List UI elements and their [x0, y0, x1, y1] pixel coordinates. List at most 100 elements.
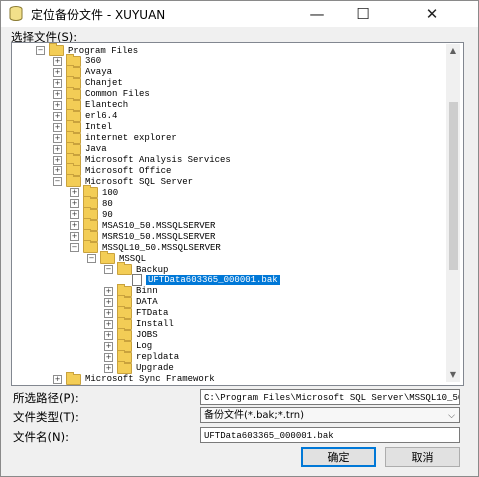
collapse-icon[interactable]: −: [87, 254, 96, 264]
expand-icon[interactable]: +: [53, 67, 62, 77]
tree-item[interactable]: + Intel: [53, 119, 112, 133]
locate-backup-file-dialog: 定位备份文件 - XUYUAN — ☐ ✕ 选择文件(S): − Program …: [0, 0, 479, 477]
tree-item-label: 360: [85, 56, 102, 67]
tree-scrollbar[interactable]: ▲ ▼: [446, 44, 460, 382]
tree-item-label: FTData: [136, 308, 169, 319]
tree-item[interactable]: + Java: [53, 141, 107, 155]
tree-item[interactable]: + MSRS10_50.MSSQLSERVER: [70, 229, 215, 243]
tree-item-label: Install: [136, 319, 174, 330]
expand-icon[interactable]: +: [53, 166, 62, 176]
close-button[interactable]: ✕: [386, 1, 478, 27]
scroll-up-icon[interactable]: ▲: [446, 44, 460, 58]
tree-item[interactable]: +360: [53, 53, 102, 67]
expand-icon[interactable]: +: [104, 319, 113, 329]
tree-item-label: JOBS: [136, 330, 158, 341]
ok-button[interactable]: 确定: [301, 447, 376, 467]
file-icon: [132, 274, 142, 287]
expand-icon[interactable]: +: [53, 133, 62, 143]
expand-icon[interactable]: +: [70, 232, 79, 242]
folder-icon: [117, 360, 132, 374]
tree-item-label: Common Files: [85, 89, 150, 100]
tree-item[interactable]: + Install: [104, 316, 174, 330]
selected-path-label: 所选路径(P):: [13, 391, 79, 405]
tree-item[interactable]: + Log: [104, 338, 152, 352]
file-type-label: 文件类型(T):: [13, 410, 79, 424]
expand-icon[interactable]: +: [104, 308, 113, 318]
expand-icon[interactable]: +: [53, 89, 62, 99]
expand-icon[interactable]: +: [104, 363, 113, 373]
tree-item[interactable]: + MSAS10_50.MSSQLSERVER: [70, 218, 215, 232]
collapse-icon[interactable]: −: [36, 46, 45, 55]
cancel-button[interactable]: 取消: [385, 447, 460, 467]
tree-item[interactable]: + Upgrade: [104, 360, 174, 374]
tree-item[interactable]: +100: [70, 185, 118, 199]
tree-item[interactable]: + Elantech: [53, 97, 129, 111]
tree-item[interactable]: +90: [70, 207, 113, 221]
tree-item[interactable]: + DATA: [104, 294, 158, 308]
expand-icon[interactable]: +: [53, 122, 62, 132]
tree-item-label: internet explorer: [85, 133, 177, 144]
tree-item-label: 90: [102, 209, 113, 220]
tree-item[interactable]: − Microsoft SQL Server: [53, 174, 193, 188]
tree-item-label: Avaya: [85, 67, 113, 78]
tree-item-label: erl6.4: [85, 111, 118, 122]
collapse-icon[interactable]: −: [53, 177, 62, 187]
folder-icon: [66, 174, 81, 188]
file-type-dropdown[interactable]: 备份文件(*.bak;*.trn) ⌵: [200, 407, 460, 423]
tree-item[interactable]: + erl6.4: [53, 108, 118, 122]
tree-item-label: Backup: [136, 264, 169, 275]
tree-item[interactable]: + Chanjet: [53, 75, 123, 89]
selected-path-field[interactable]: C:\Program Files\Microsoft SQL Server\MS…: [200, 389, 460, 405]
expand-icon[interactable]: +: [53, 78, 62, 88]
title-bar[interactable]: 定位备份文件 - XUYUAN — ☐ ✕: [1, 1, 478, 27]
expand-icon[interactable]: +: [70, 199, 79, 209]
file-name-label: 文件名(N):: [13, 430, 69, 444]
tree-item[interactable]: − MSSQL10_50.MSSQLSERVER: [70, 240, 221, 254]
maximize-button[interactable]: ☐: [340, 1, 386, 27]
tree-item[interactable]: +80: [70, 196, 113, 210]
tree-item-label: DATA: [136, 297, 158, 308]
tree-item[interactable]: + Microsoft Sync Framework: [53, 371, 215, 385]
tree-item-label: Binn: [136, 286, 158, 297]
expand-icon[interactable]: +: [53, 100, 62, 110]
tree-item-label: Upgrade: [136, 363, 174, 374]
expand-icon[interactable]: +: [104, 286, 113, 296]
folder-icon: [66, 371, 81, 385]
expand-icon[interactable]: +: [70, 210, 79, 220]
tree-item[interactable]: + JOBS: [104, 327, 158, 341]
expand-icon[interactable]: +: [104, 297, 113, 307]
folder-icon: [100, 251, 115, 265]
tree-item[interactable]: + repldata: [104, 349, 179, 363]
tree-item[interactable]: + Binn: [104, 283, 158, 297]
tree-item-label: Chanjet: [85, 78, 123, 89]
tree-item-label: Java: [85, 144, 107, 155]
tree-item-label: Microsoft Sync Framework: [85, 374, 215, 384]
tree-item[interactable]: + FTData: [104, 305, 169, 319]
expand-icon[interactable]: +: [53, 56, 62, 66]
folder-icon: [83, 240, 98, 254]
collapse-icon[interactable]: −: [104, 265, 113, 274]
tree-item-label: 80: [102, 198, 113, 209]
scroll-down-icon[interactable]: ▼: [446, 368, 460, 382]
expand-icon[interactable]: +: [53, 144, 62, 154]
expand-icon[interactable]: +: [104, 352, 113, 362]
tree-item[interactable]: − Backup: [104, 262, 169, 275]
tree-item-label: MSSQL10_50.MSSQLSERVER: [102, 242, 221, 253]
collapse-icon[interactable]: −: [70, 243, 79, 253]
folder-tree[interactable]: − Program Files +360 + Avaya + Chanjet + Common …: [11, 42, 464, 386]
expand-icon[interactable]: +: [53, 155, 62, 165]
expand-icon[interactable]: +: [53, 374, 62, 384]
expand-icon[interactable]: +: [104, 330, 113, 340]
expand-icon[interactable]: +: [70, 221, 79, 231]
expand-icon[interactable]: +: [104, 341, 113, 351]
tree-item[interactable]: − Program Files: [36, 43, 138, 56]
tree-item[interactable]: UFTData603365_000001.bak: [121, 274, 280, 287]
expand-icon[interactable]: +: [70, 188, 79, 198]
tree-item-label: Elantech: [85, 100, 129, 111]
tree-item[interactable]: + Avaya: [53, 64, 113, 78]
scrollbar-thumb[interactable]: [449, 102, 458, 270]
expand-icon[interactable]: +: [53, 111, 62, 121]
minimize-button[interactable]: —: [294, 1, 340, 27]
tree-item[interactable]: + Microsoft Analysis Services: [53, 152, 231, 166]
file-name-field[interactable]: UFTData603365_000001.bak: [200, 427, 460, 443]
